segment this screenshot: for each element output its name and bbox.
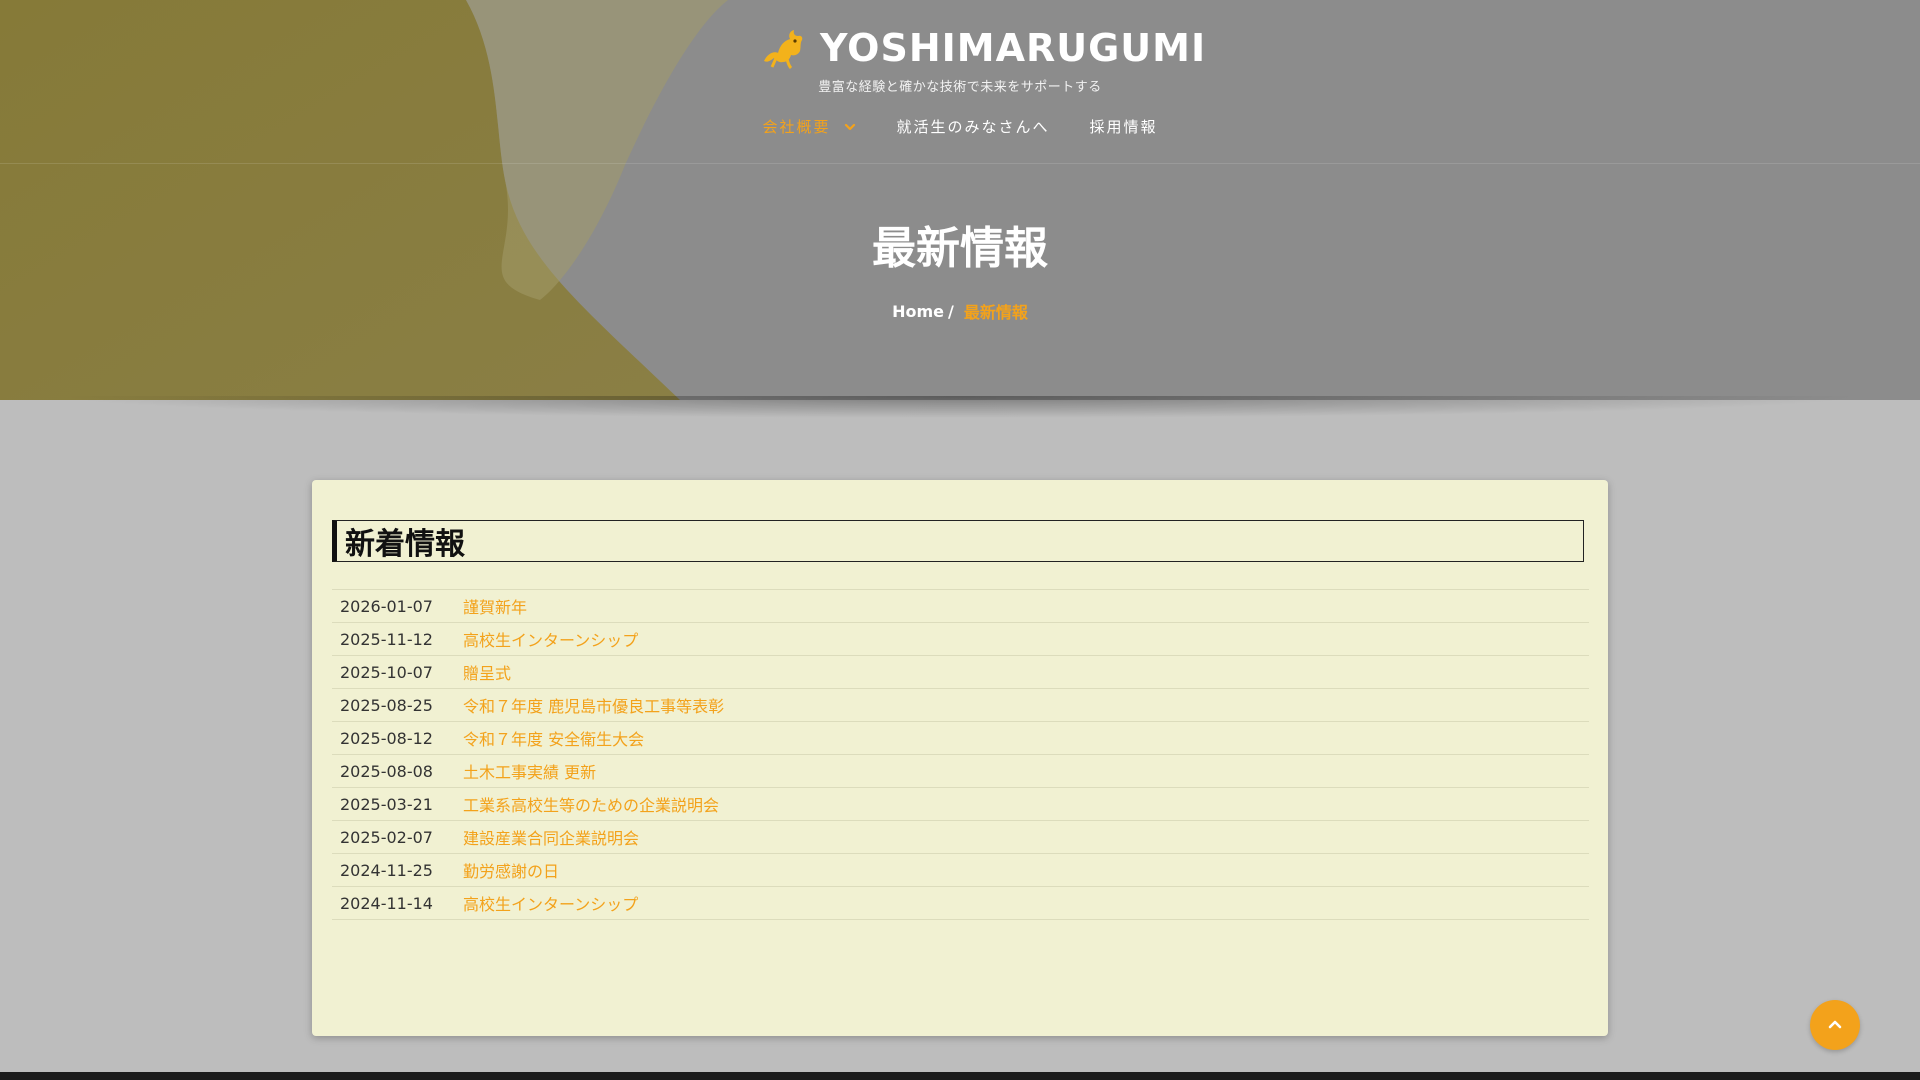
news-link[interactable]: 高校生インターンシップ bbox=[463, 891, 638, 915]
page: YOSHIMARUGUMI 豊富な経験と確かな技術で未来をサポートする 会社概要… bbox=[0, 0, 1920, 1080]
news-heading: 新着情報 bbox=[332, 520, 1584, 562]
news-date: 2025-10-07 bbox=[340, 662, 433, 682]
news-link[interactable]: 高校生インターンシップ bbox=[463, 627, 638, 651]
nav-item-job-seekers[interactable]: 就活生のみなさんへ bbox=[896, 116, 1049, 137]
brand[interactable]: YOSHIMARUGUMI bbox=[760, 22, 1206, 74]
news-date: 2024-11-14 bbox=[340, 893, 433, 913]
list-item: 2025-11-12 高校生インターンシップ bbox=[332, 623, 1589, 656]
news-link[interactable]: 勤労感謝の日 bbox=[463, 858, 559, 882]
nav-item-label: 会社概要 bbox=[762, 118, 831, 136]
news-date: 2025-08-12 bbox=[340, 728, 433, 748]
news-date: 2025-11-12 bbox=[340, 629, 433, 649]
brand-tagline: 豊富な経験と確かな技術で未来をサポートする bbox=[818, 80, 1102, 95]
main-nav: 会社概要 就活生のみなさんへ 採用情報 bbox=[0, 116, 1920, 137]
news-link[interactable]: 令和７年度 安全衛生大会 bbox=[463, 726, 644, 750]
news-date: 2025-08-25 bbox=[340, 695, 433, 715]
nav-item-label: 採用情報 bbox=[1089, 118, 1158, 136]
news-link[interactable]: 謹賀新年 bbox=[463, 594, 527, 618]
footer-bar bbox=[0, 1072, 1920, 1080]
list-item: 2025-10-07 贈呈式 bbox=[332, 656, 1589, 689]
header-divider bbox=[0, 163, 1920, 164]
back-to-top-button[interactable] bbox=[1810, 1000, 1860, 1050]
news-link[interactable]: 建設産業合同企業説明会 bbox=[463, 825, 639, 849]
news-date: 2026-01-07 bbox=[340, 596, 433, 616]
nav-item-recruitment[interactable]: 採用情報 bbox=[1090, 116, 1158, 137]
list-item: 2025-08-12 令和７年度 安全衛生大会 bbox=[332, 722, 1589, 755]
news-date: 2024-11-25 bbox=[340, 860, 433, 880]
list-item: 2025-02-07 建設産業合同企業説明会 bbox=[332, 821, 1589, 854]
news-link[interactable]: 贈呈式 bbox=[463, 660, 511, 684]
breadcrumb-home-link[interactable]: Home bbox=[892, 302, 944, 321]
bull-icon bbox=[764, 30, 803, 69]
hero-shadow bbox=[0, 396, 1920, 436]
list-item: 2025-08-08 土木工事実績 更新 bbox=[332, 755, 1589, 788]
nav-item-label: 就活生のみなさんへ bbox=[896, 118, 1050, 136]
news-date: 2025-03-21 bbox=[340, 794, 433, 814]
news-link[interactable]: 土木工事実績 更新 bbox=[463, 759, 596, 783]
list-item: 2025-03-21 工業系高校生等のための企業説明会 bbox=[332, 788, 1589, 821]
breadcrumb-separator: / bbox=[948, 301, 954, 321]
news-card: 新着情報 2026-01-07 謹賀新年 2025-11-12 高校生インターン… bbox=[312, 480, 1608, 1036]
news-date: 2025-08-08 bbox=[340, 761, 433, 781]
brand-name: YOSHIMARUGUMI bbox=[820, 26, 1207, 70]
list-item: 2024-11-25 勤労感謝の日 bbox=[332, 854, 1589, 887]
nav-item-company[interactable]: 会社概要 bbox=[762, 116, 856, 137]
chevron-down-icon bbox=[845, 123, 856, 130]
news-link[interactable]: 工業系高校生等のための企業説明会 bbox=[463, 792, 719, 816]
breadcrumb: Home / 最新情報 bbox=[0, 299, 1920, 323]
hero-banner: YOSHIMARUGUMI 豊富な経験と確かな技術で未来をサポートする 会社概要… bbox=[0, 0, 1920, 400]
breadcrumb-current: 最新情報 bbox=[963, 303, 1028, 322]
news-link[interactable]: 令和７年度 鹿児島市優良工事等表彰 bbox=[463, 693, 724, 717]
list-item: 2024-11-14 高校生インターンシップ bbox=[332, 887, 1589, 920]
chevron-up-icon bbox=[1828, 1020, 1842, 1029]
page-title: 最新情報 bbox=[872, 223, 1048, 274]
list-item: 2025-08-25 令和７年度 鹿児島市優良工事等表彰 bbox=[332, 689, 1589, 722]
news-date: 2025-02-07 bbox=[340, 827, 433, 847]
news-list: 2026-01-07 謹賀新年 2025-11-12 高校生インターンシップ 2… bbox=[332, 589, 1589, 920]
list-item: 2026-01-07 謹賀新年 bbox=[332, 590, 1589, 623]
